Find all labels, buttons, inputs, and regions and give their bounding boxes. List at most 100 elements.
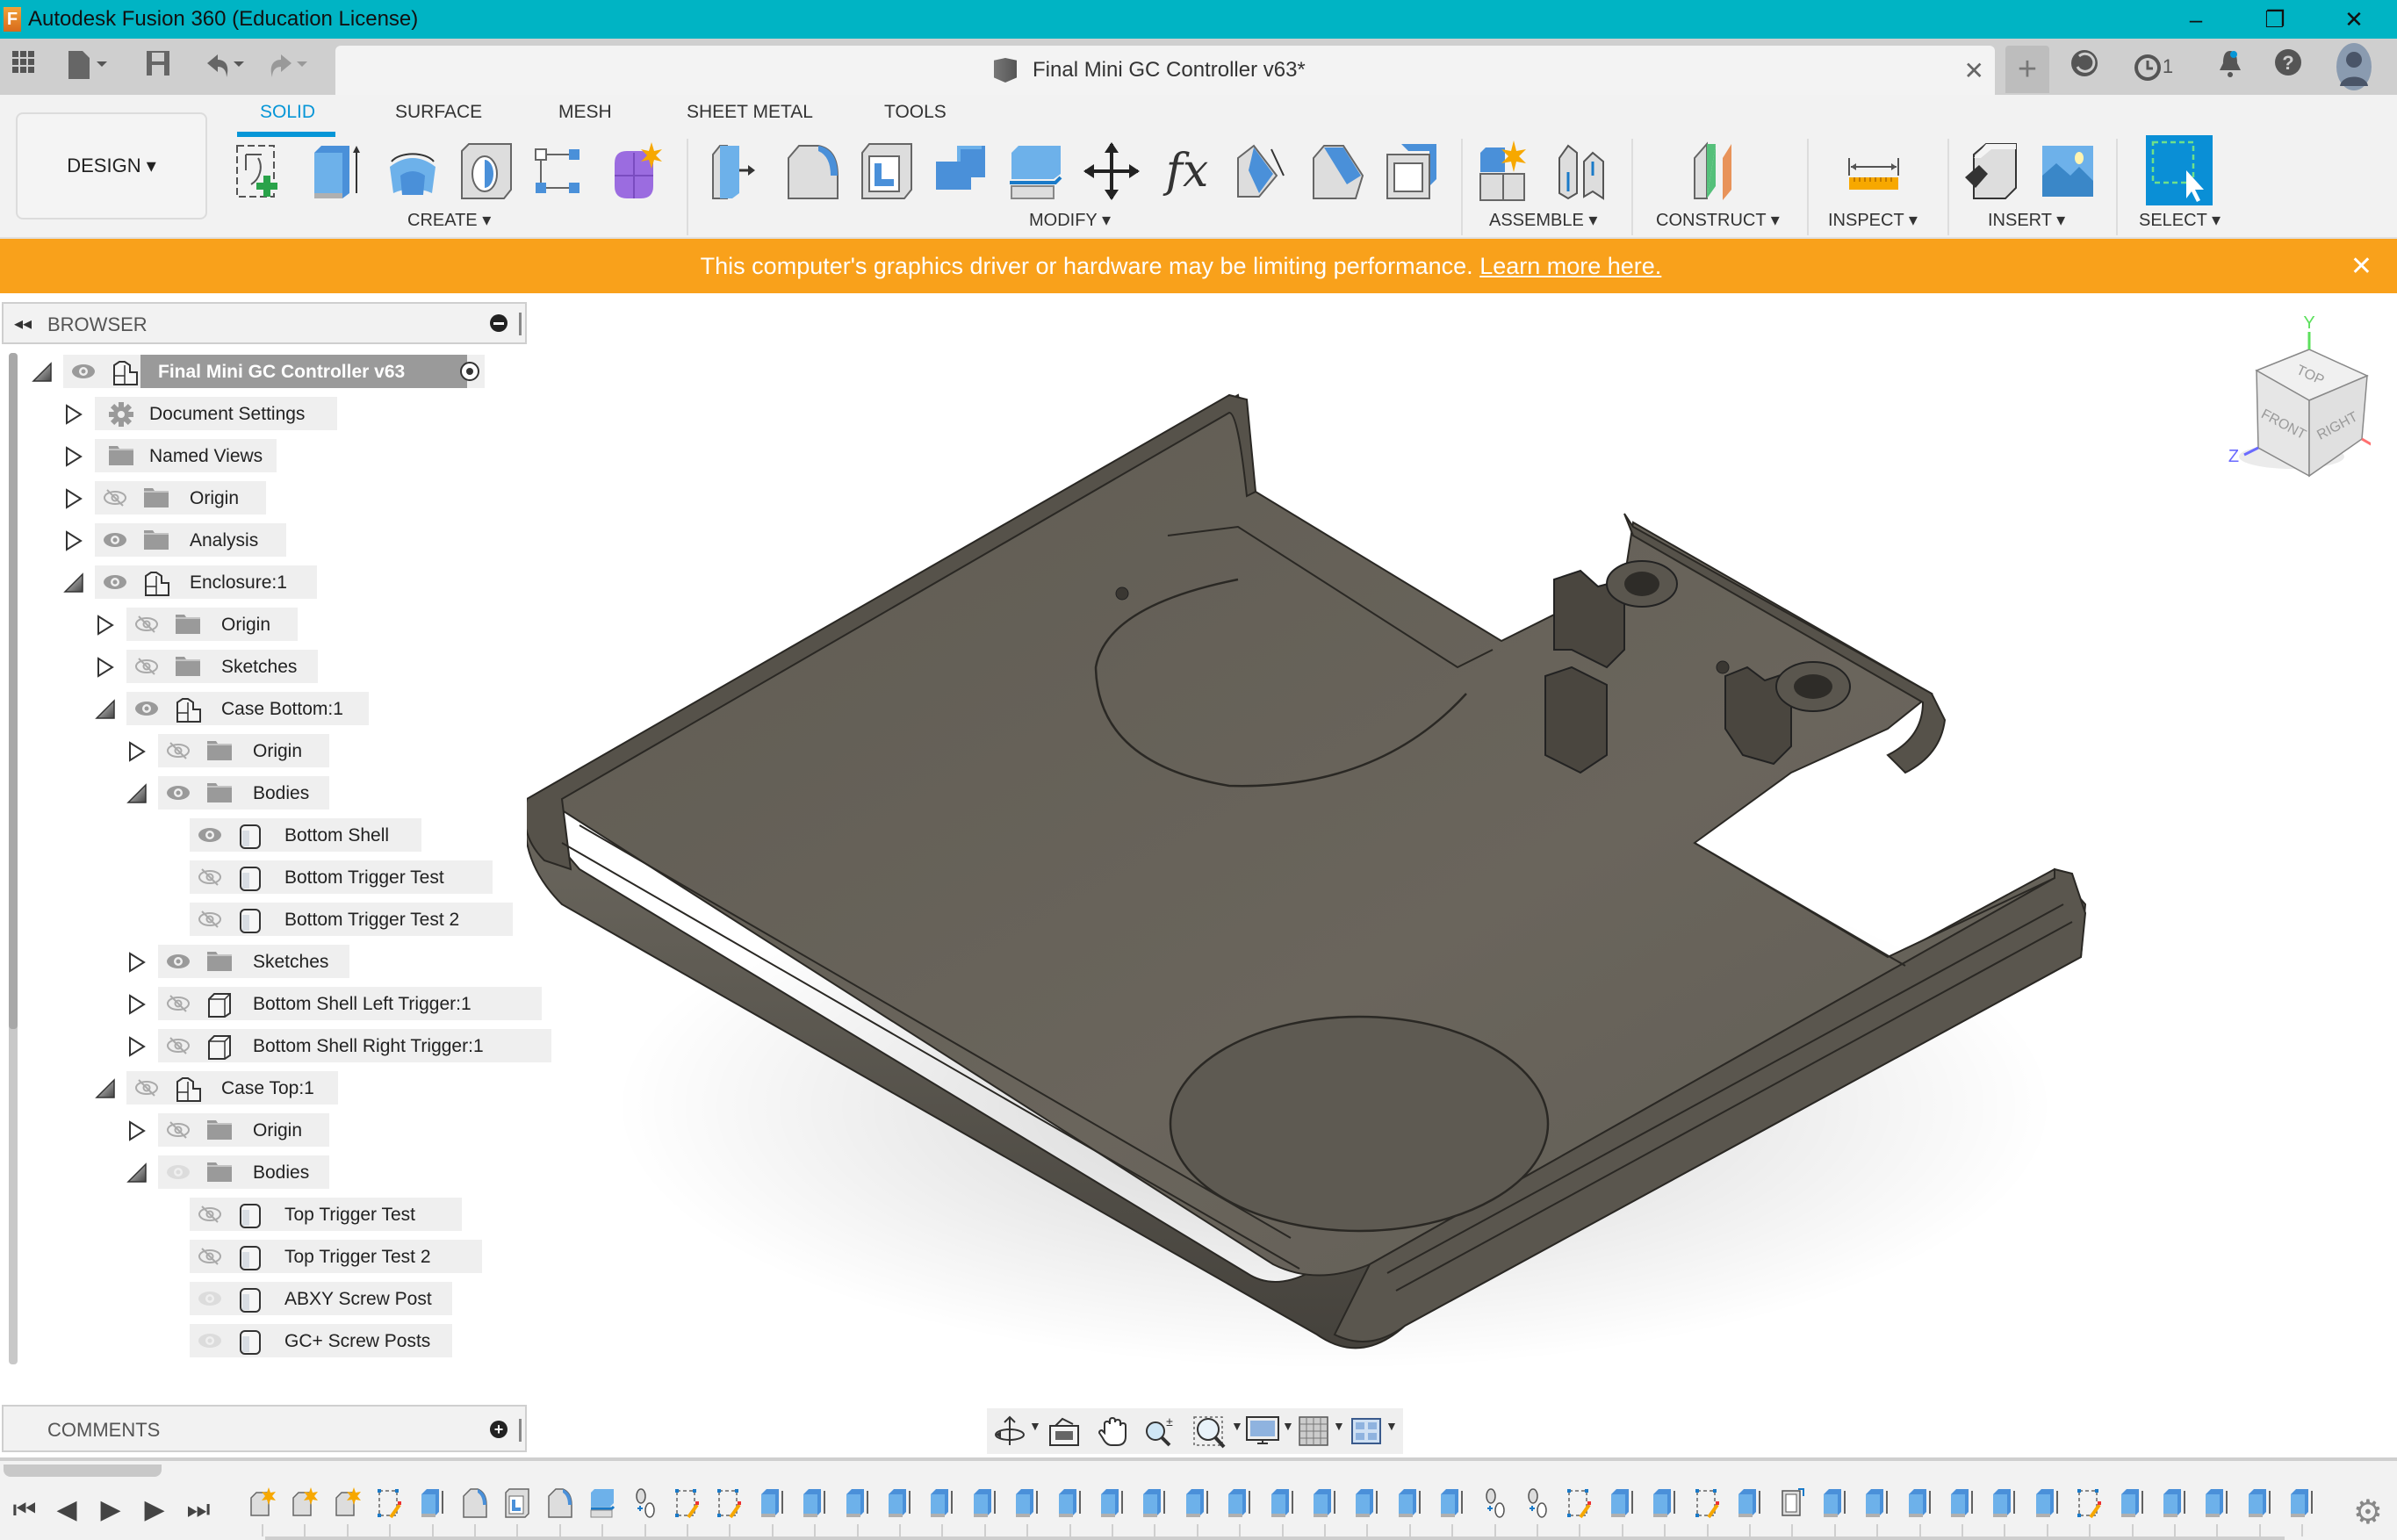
- tree-item-body[interactable]: Named Views: [95, 439, 277, 472]
- app-grid-icon[interactable]: [9, 49, 39, 84]
- timeline-extrude-feature[interactable]: [1099, 1487, 1126, 1519]
- viewports-icon[interactable]: [1349, 1414, 1384, 1449]
- timeline-offset-face-feature[interactable]: [589, 1487, 615, 1519]
- timeline-fillet-feature[interactable]: [462, 1487, 488, 1519]
- combine-icon[interactable]: [931, 140, 990, 202]
- tree-item-body[interactable]: Origin: [126, 608, 298, 641]
- timeline-extrude-feature[interactable]: [1949, 1487, 1976, 1519]
- tab-mesh[interactable]: MESH: [558, 102, 612, 123]
- step-back-button[interactable]: ◀: [51, 1494, 83, 1526]
- timeline-extrude-feature[interactable]: [1652, 1487, 1678, 1519]
- visibility-eye-icon[interactable]: [70, 362, 97, 381]
- tree-item-body[interactable]: Enclosure:1: [95, 565, 317, 599]
- timeline-scrollbar[interactable]: [4, 1464, 162, 1477]
- learn-more-link[interactable]: Learn more here.: [1479, 253, 1661, 279]
- expand-triangle-icon[interactable]: [126, 952, 148, 973]
- tree-item-body[interactable]: Bodies: [158, 1155, 329, 1189]
- timeline-extrude-feature[interactable]: [1184, 1487, 1211, 1519]
- viewcube[interactable]: TOP FRONT RIGHT Y Z X: [2195, 307, 2387, 483]
- workspace-switcher[interactable]: DESIGN ▾: [16, 112, 207, 219]
- close-tab-button[interactable]: ✕: [1964, 56, 1984, 85]
- offset-plane-icon[interactable]: [1688, 140, 1747, 202]
- visibility-eye-icon[interactable]: [165, 783, 191, 802]
- pan-icon[interactable]: [1096, 1414, 1131, 1449]
- visibility-hidden-icon[interactable]: [197, 1205, 223, 1224]
- select-icon[interactable]: [2146, 135, 2213, 205]
- timeline-extrude-feature[interactable]: [972, 1487, 998, 1519]
- expand-triangle-icon[interactable]: [63, 446, 84, 467]
- visibility-hidden-icon[interactable]: [165, 994, 191, 1013]
- document-tab[interactable]: Final Mini GC Controller v63* ✕: [335, 46, 1995, 95]
- timeline-extrude-feature[interactable]: [2034, 1487, 2061, 1519]
- close-window-button[interactable]: ✕: [2314, 0, 2393, 39]
- orbit-dropdown-icon[interactable]: ▼: [1029, 1419, 1041, 1433]
- tree-item-body[interactable]: Bodies: [158, 776, 329, 810]
- redo-button[interactable]: [263, 49, 316, 84]
- joint-icon[interactable]: [1552, 140, 1612, 202]
- restore-button[interactable]: ❐: [2235, 0, 2314, 39]
- fit-icon[interactable]: [1192, 1414, 1227, 1449]
- shell-icon[interactable]: [857, 140, 917, 202]
- expand-triangle-icon[interactable]: [95, 615, 116, 636]
- timeline-extrude-feature[interactable]: [1609, 1487, 1636, 1519]
- create-menu[interactable]: CREATE ▾: [407, 209, 491, 231]
- expand-triangle-icon[interactable]: [63, 530, 84, 551]
- zoom-icon[interactable]: ±: [1141, 1414, 1177, 1449]
- go-to-end-button[interactable]: ⏭: [183, 1494, 214, 1526]
- timeline-extrude-feature[interactable]: [2247, 1487, 2273, 1519]
- press-pull-icon[interactable]: [708, 140, 767, 202]
- visibility-hidden-icon[interactable]: [133, 615, 160, 634]
- measure-icon[interactable]: [1844, 140, 1904, 202]
- visibility-hidden-icon[interactable]: [165, 1036, 191, 1055]
- extrude-icon[interactable]: [307, 140, 367, 202]
- visibility-hidden-icon[interactable]: [133, 657, 160, 676]
- expand-triangle-icon[interactable]: [126, 994, 148, 1015]
- visibility-hidden-icon[interactable]: [197, 867, 223, 887]
- insert-canvas-icon[interactable]: [2037, 140, 2097, 202]
- timeline-extrude-feature[interactable]: [1991, 1487, 2018, 1519]
- panel-resize-handle[interactable]: [519, 313, 522, 335]
- display-settings-icon[interactable]: [1245, 1414, 1280, 1449]
- visibility-eye-icon[interactable]: [102, 572, 128, 592]
- step-forward-button[interactable]: ▶: [139, 1494, 170, 1526]
- expand-triangle-icon[interactable]: [95, 657, 116, 678]
- tree-item-body[interactable]: Bottom Shell Right Trigger:1: [158, 1029, 551, 1062]
- tree-item-body[interactable]: Origin: [158, 1113, 329, 1147]
- tree-item-body[interactable]: Sketches: [158, 945, 349, 978]
- visibility-hidden-icon[interactable]: [102, 488, 128, 507]
- replace-face-icon[interactable]: [1233, 140, 1292, 202]
- go-to-start-button[interactable]: ⏮: [9, 1494, 40, 1526]
- visibility-hidden-icon[interactable]: [165, 741, 191, 760]
- timeline-extrude-feature[interactable]: [1822, 1487, 1848, 1519]
- timeline-sketch-feature[interactable]: [674, 1487, 701, 1519]
- move-icon[interactable]: [1082, 140, 1141, 202]
- tree-item-body[interactable]: Top Trigger Test: [190, 1198, 462, 1231]
- revolve-icon[interactable]: [383, 140, 443, 202]
- panel-resize-handle[interactable]: [519, 1419, 522, 1442]
- undo-button[interactable]: [200, 49, 253, 84]
- timeline-sketch-feature[interactable]: [377, 1487, 403, 1519]
- timeline-extrude-feature[interactable]: [2120, 1487, 2146, 1519]
- create-sketch-icon[interactable]: [232, 140, 292, 202]
- visibility-eye-icon[interactable]: [197, 1289, 223, 1308]
- tree-item-body[interactable]: Bottom Trigger Test 2: [190, 903, 513, 936]
- visibility-eye-icon[interactable]: [165, 1162, 191, 1182]
- timeline-extrude-feature[interactable]: [1057, 1487, 1083, 1519]
- add-comment-icon[interactable]: +: [490, 1421, 507, 1438]
- timeline-extrude-feature[interactable]: [1907, 1487, 1933, 1519]
- model-canvas[interactable]: [523, 293, 2397, 1457]
- tree-item-body[interactable]: Bottom Shell Left Trigger:1: [158, 987, 542, 1020]
- visibility-hidden-icon[interactable]: [197, 910, 223, 929]
- offset-face-icon[interactable]: [1006, 140, 1066, 202]
- fillet-icon[interactable]: [783, 140, 843, 202]
- timeline-shell-body-feature[interactable]: [1779, 1487, 1805, 1519]
- tree-item-body[interactable]: Bottom Shell: [190, 818, 421, 852]
- timeline-extrude-feature[interactable]: [759, 1487, 786, 1519]
- expand-triangle-icon[interactable]: [63, 404, 84, 425]
- expand-triangle-icon[interactable]: [63, 488, 84, 509]
- expand-triangle-icon[interactable]: [126, 1120, 148, 1141]
- scale-icon[interactable]: [1382, 140, 1442, 202]
- tab-sheet-metal[interactable]: SHEET METAL: [687, 102, 813, 123]
- grid-dropdown-icon[interactable]: ▼: [1333, 1419, 1345, 1433]
- select-menu[interactable]: SELECT ▾: [2139, 209, 2221, 231]
